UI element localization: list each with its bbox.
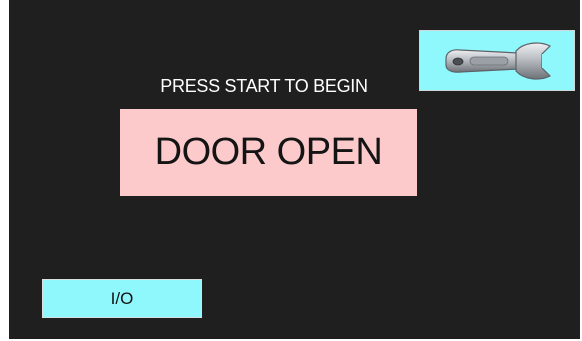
door-status-label: DOOR OPEN (154, 131, 383, 173)
start-prompt: PRESS START TO BEGIN (160, 76, 368, 96)
hmi-screen: PRESS START TO BEGIN DOOR OPEN I/O (9, 0, 580, 339)
service-button[interactable] (419, 30, 575, 91)
io-button[interactable]: I/O (42, 279, 202, 318)
wrench-icon (445, 41, 554, 80)
io-button-label: I/O (110, 288, 134, 308)
door-status-indicator: DOOR OPEN (120, 109, 417, 196)
